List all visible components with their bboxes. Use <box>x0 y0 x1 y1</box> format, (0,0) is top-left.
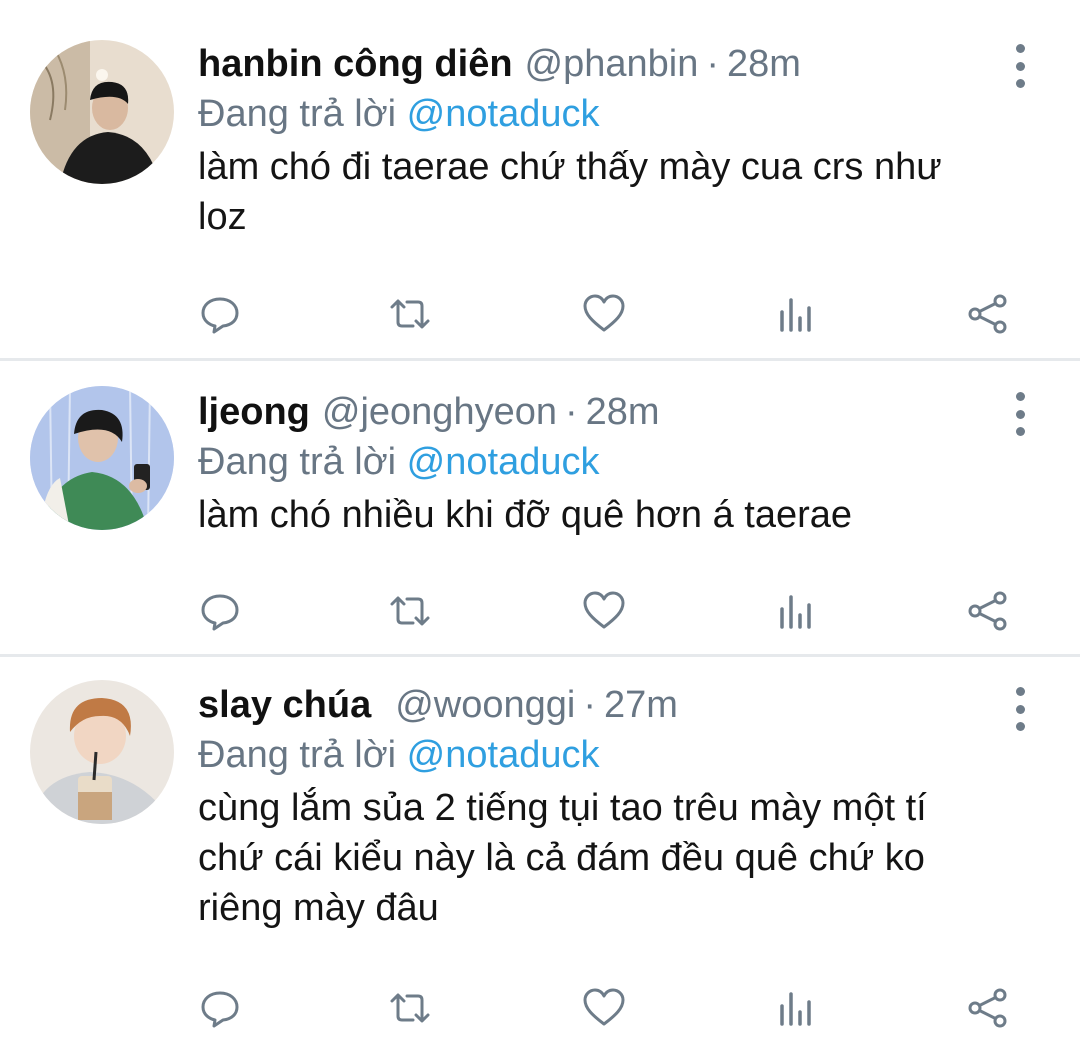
tweet-body: ljeong @jeonghyeon · 28m Đang trả lời @n… <box>198 388 1040 540</box>
tweet-header: ljeong @jeonghyeon · 28m <box>198 388 1040 436</box>
reply-icon <box>201 991 239 1028</box>
tweet-actions <box>198 589 1018 633</box>
more-dot <box>1015 409 1025 419</box>
share-icon <box>968 591 1007 631</box>
tweet-card[interactable]: slay chúa @woonggi · 27m Đang trả lời @n… <box>0 657 1080 1050</box>
more-dot <box>1015 44 1025 53</box>
replying-to: Đang trả lời @notaduck <box>198 438 1040 486</box>
reply-icon <box>201 594 239 631</box>
reply-icon <box>201 297 239 334</box>
timestamp[interactable]: 28m <box>727 40 801 88</box>
reply-mention-link[interactable]: @notaduck <box>407 93 600 135</box>
reply-feed: hanbin công diên @phanbin · 28m Đang trả… <box>0 0 1080 1050</box>
retweet-button[interactable] <box>388 292 432 336</box>
display-name[interactable]: ljeong <box>198 388 310 436</box>
user-handle[interactable]: @jeonghyeon <box>322 388 557 436</box>
more-dot <box>1015 687 1025 696</box>
tweet-text: làm chó nhiều khi đỡ quê hơn á taerae <box>198 494 853 536</box>
tweet-body: slay chúa @woonggi · 27m Đang trả lời @n… <box>198 681 1040 933</box>
more-vertical-icon[interactable] <box>1008 392 1032 436</box>
tweet-text: làm chó đi taerae chứ thấy mày cua crs n… <box>198 146 942 238</box>
views-button[interactable] <box>774 292 818 336</box>
more-vertical-icon[interactable] <box>1008 44 1032 88</box>
avatar[interactable] <box>30 386 174 530</box>
separator-dot: · <box>564 391 578 433</box>
avatar[interactable] <box>30 680 174 824</box>
like-button[interactable] <box>582 589 626 633</box>
reply-button[interactable] <box>198 986 242 1030</box>
more-dot <box>1015 427 1025 436</box>
like-button[interactable] <box>582 292 626 336</box>
retweet-icon <box>390 299 430 329</box>
timestamp[interactable]: 28m <box>586 388 660 436</box>
analytics-icon <box>780 595 811 629</box>
more-dot <box>1015 722 1025 731</box>
replying-to-label: Đang trả lời <box>198 441 397 483</box>
tweet-body: hanbin công diên @phanbin · 28m Đang trả… <box>198 40 1040 242</box>
analytics-icon <box>780 992 811 1026</box>
user-handle[interactable]: @woonggi <box>395 681 575 729</box>
replying-to: Đang trả lời @notaduck <box>198 731 1040 779</box>
retweet-button[interactable] <box>388 589 432 633</box>
avatar[interactable] <box>30 40 174 184</box>
share-icon <box>968 294 1007 334</box>
more-dot <box>1015 61 1025 71</box>
reply-mention-link[interactable]: @notaduck <box>407 734 600 776</box>
replying-to: Đang trả lời @notaduck <box>198 90 1040 138</box>
timestamp[interactable]: 27m <box>604 681 678 729</box>
heart-icon <box>583 591 625 629</box>
retweet-button[interactable] <box>388 986 432 1030</box>
views-button[interactable] <box>774 986 818 1030</box>
reply-button[interactable] <box>198 589 242 633</box>
heart-icon <box>583 294 625 332</box>
share-icon <box>968 988 1007 1028</box>
reply-mention-link[interactable]: @notaduck <box>407 441 600 483</box>
separator-dot: · <box>706 43 720 85</box>
analytics-icon <box>780 298 811 332</box>
tweet-card[interactable]: hanbin công diên @phanbin · 28m Đang trả… <box>0 0 1080 358</box>
share-button[interactable] <box>966 292 1010 336</box>
more-dot <box>1015 704 1025 714</box>
tweet-actions <box>198 292 1018 336</box>
views-button[interactable] <box>774 589 818 633</box>
share-button[interactable] <box>966 986 1010 1030</box>
replying-to-label: Đang trả lời <box>198 93 397 135</box>
more-dot <box>1015 79 1025 88</box>
tweet-header: hanbin công diên @phanbin · 28m <box>198 40 1040 88</box>
share-button[interactable] <box>966 589 1010 633</box>
retweet-icon <box>390 993 430 1023</box>
heart-icon <box>583 988 625 1026</box>
display-name[interactable]: slay chúa <box>198 681 371 729</box>
separator-dot: · <box>583 684 597 726</box>
more-dot <box>1015 392 1025 401</box>
tweet-text: cùng lắm sủa 2 tiếng tụi tao trêu mày mộ… <box>198 787 927 929</box>
tweet-card[interactable]: ljeong @jeonghyeon · 28m Đang trả lời @n… <box>0 361 1080 654</box>
tweet-header: slay chúa @woonggi · 27m <box>198 681 1040 729</box>
more-vertical-icon[interactable] <box>1008 687 1032 731</box>
like-button[interactable] <box>582 986 626 1030</box>
user-handle[interactable]: @phanbin <box>525 40 699 88</box>
retweet-icon <box>390 596 430 626</box>
tweet-actions <box>198 986 1018 1030</box>
display-name[interactable]: hanbin công diên <box>198 40 513 88</box>
reply-button[interactable] <box>198 292 242 336</box>
replying-to-label: Đang trả lời <box>198 734 397 776</box>
